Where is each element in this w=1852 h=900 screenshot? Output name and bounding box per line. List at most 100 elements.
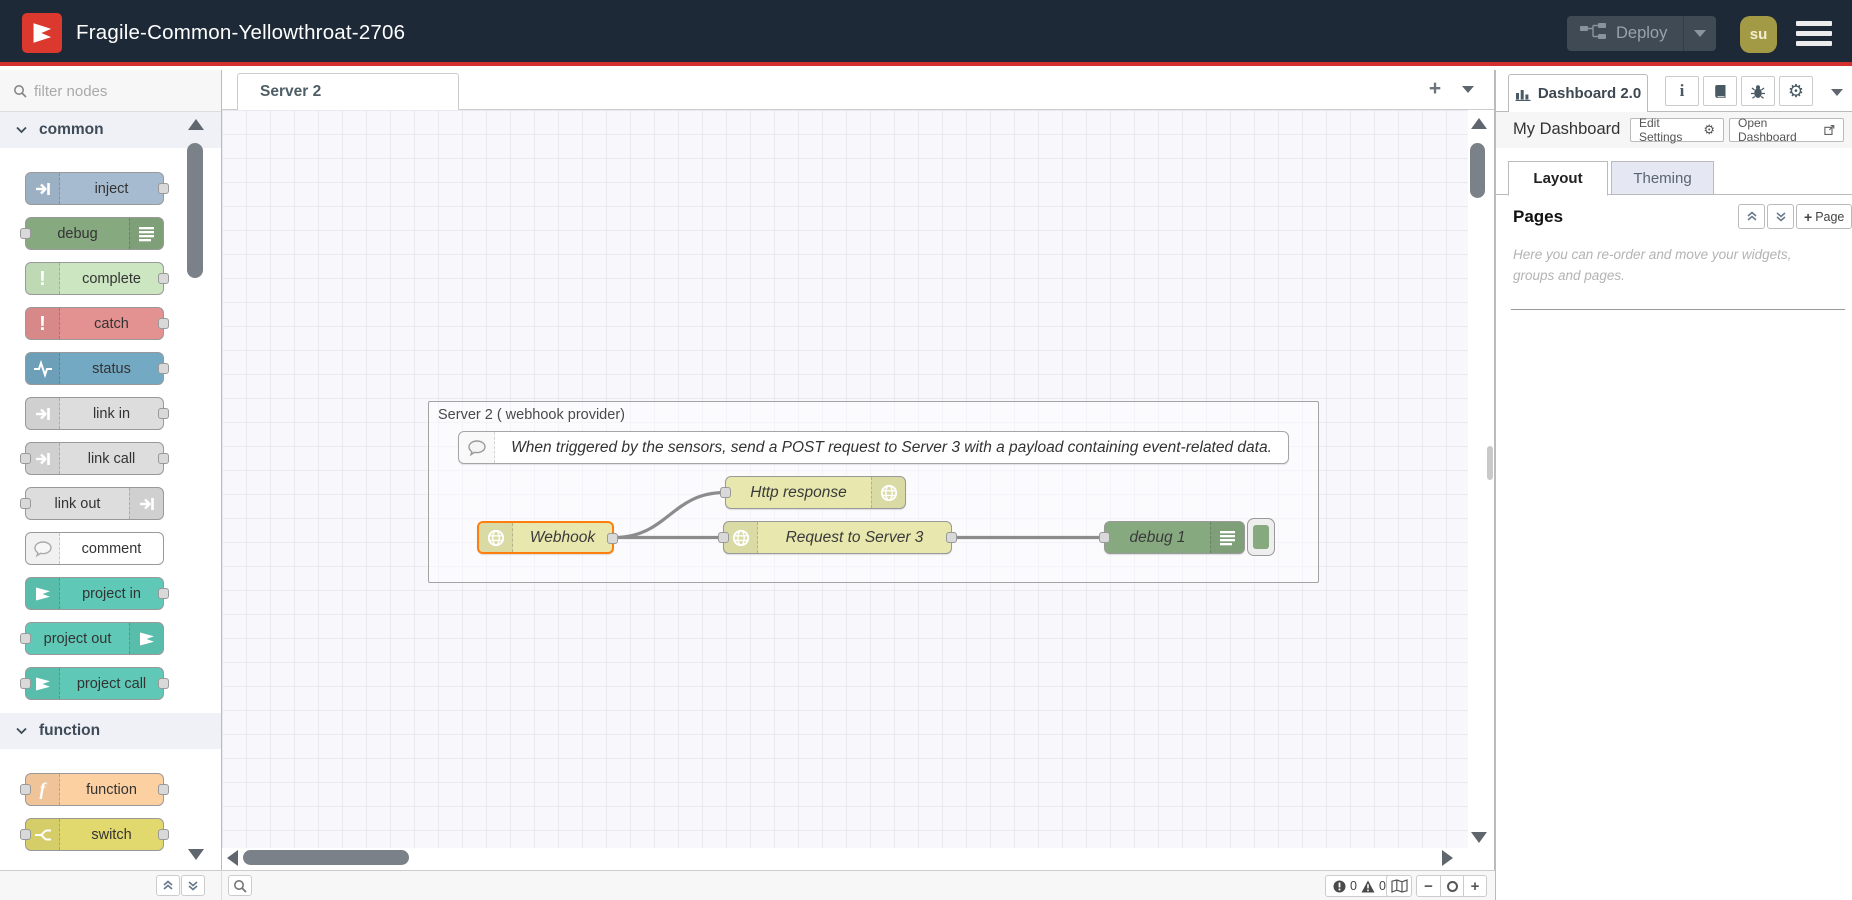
zoom-out-button[interactable]: − [1417,876,1440,896]
plus-icon: + [1804,209,1812,225]
palette-node-complete[interactable]: !complete [25,262,164,295]
sidebar-splitter-handle[interactable] [1487,446,1493,480]
flow-node-webhook[interactable]: Webhook [477,521,614,554]
output-port[interactable] [158,318,169,329]
nr-icon [26,668,60,699]
sidebar-tab-info[interactable]: i [1665,76,1699,106]
flow-list-button[interactable] [1462,86,1474,93]
deploy-options-button[interactable] [1683,16,1716,51]
debug-enable-toggle[interactable] [1247,518,1275,556]
deploy-button[interactable]: Deploy [1567,16,1716,51]
pages-heading: Pages [1513,207,1563,227]
canvas-horizontal-scrollbar-thumb[interactable] [243,850,409,865]
canvas-scroll-left-arrow[interactable] [227,850,238,866]
palette-node-catch[interactable]: !catch [25,307,164,340]
input-port[interactable] [20,633,31,644]
palette-node-project-out[interactable]: project out [25,622,164,655]
input-port[interactable] [20,829,31,840]
input-port[interactable] [20,784,31,795]
exclaim-icon: ! [26,263,60,294]
palette-node-link-call[interactable]: link call [25,442,164,475]
palette-node-inject[interactable]: inject [25,172,164,205]
input-port[interactable] [720,487,731,498]
canvas-vertical-scrollbar-thumb[interactable] [1470,143,1485,198]
sidebar-tab-help[interactable] [1703,76,1737,106]
node-label: project in [60,578,163,609]
move-page-down-button[interactable] [1767,204,1794,229]
wire-webhook-to-http-response[interactable] [614,493,725,538]
output-port[interactable] [607,533,618,544]
flow-node-http-response[interactable]: Http response [725,476,906,509]
add-flow-button[interactable]: + [1422,76,1448,102]
input-port[interactable] [20,678,31,689]
palette-category-header-common[interactable]: common [0,112,221,148]
canvas-scroll-right-arrow[interactable] [1442,850,1453,866]
category-label: common [39,121,104,139]
collapse-categories-button[interactable] [156,875,180,896]
input-port[interactable] [20,228,31,239]
input-port[interactable] [1099,532,1110,543]
add-page-button[interactable]: + Page [1796,204,1852,229]
sidebar-tabs-menu-button[interactable] [1831,89,1843,96]
node-label: project call [60,668,163,699]
palette-node-status[interactable]: status [25,352,164,385]
navigator-toggle-button[interactable] [1386,875,1412,897]
flow-node-debug-1[interactable]: debug 1 [1104,521,1245,554]
palette-scrollbar-thumb[interactable] [187,143,203,278]
output-port[interactable] [158,408,169,419]
palette-node-comment[interactable]: comment [25,532,164,565]
palette-category-header-function[interactable]: function [0,713,221,749]
canvas-scroll-down-arrow[interactable] [1471,832,1487,843]
flow-node-comment[interactable]: When triggered by the sensors, send a PO… [458,431,1289,464]
zoom-reset-button[interactable] [1440,876,1463,896]
zoom-search-button[interactable] [228,875,252,896]
flow-node-request-to-server-3[interactable]: Request to Server 3 [723,521,952,554]
flow-tab-server-2[interactable]: Server 2 [237,73,459,110]
node-label: status [60,353,163,384]
external-link-icon [1824,124,1835,136]
move-page-up-button[interactable] [1738,204,1765,229]
canvas-scroll-up-arrow[interactable] [1471,118,1487,129]
node-label: Http response [726,477,871,508]
output-port[interactable] [946,532,957,543]
dashboard-header: My Dashboard Edit Settings ⚙ Open Dashbo… [1496,112,1852,148]
expand-categories-button[interactable] [181,875,205,896]
sidebar-tab-dashboard[interactable]: Dashboard 2.0 [1508,74,1648,112]
warning-icon [1361,880,1375,893]
output-port[interactable] [158,829,169,840]
sidebar-tab-bar: Dashboard 2.0 i ⚙ [1496,70,1852,112]
palette-node-project-call[interactable]: project call [25,667,164,700]
output-port[interactable] [158,588,169,599]
sidebar-tab-config[interactable]: ⚙ [1779,76,1813,106]
output-port[interactable] [158,363,169,374]
palette-node-debug[interactable]: debug [25,217,164,250]
user-avatar[interactable]: su [1740,16,1777,53]
notifications-toggle[interactable]: 0 0 [1325,875,1394,897]
palette-search-input[interactable] [32,76,182,106]
output-port[interactable] [158,453,169,464]
output-port[interactable] [158,273,169,284]
tab-layout[interactable]: Layout [1508,161,1608,196]
zoom-in-button[interactable]: + [1463,876,1486,896]
palette-node-switch[interactable]: switch [25,818,164,851]
palette-scroll-up-arrow[interactable] [188,119,204,130]
output-port[interactable] [158,784,169,795]
map-icon [1391,879,1408,893]
edit-settings-button[interactable]: Edit Settings ⚙ [1630,118,1724,142]
tab-theming[interactable]: Theming [1611,161,1714,195]
input-port[interactable] [20,498,31,509]
open-dashboard-button[interactable]: Open Dashboard [1729,118,1844,142]
output-port[interactable] [158,183,169,194]
input-port[interactable] [718,532,729,543]
flow-canvas[interactable]: Server 2 ( webhook provider) When trigge… [222,110,1468,848]
palette-node-link-out[interactable]: link out [25,487,164,520]
sidebar-tab-debug[interactable] [1741,76,1775,106]
input-port[interactable] [20,453,31,464]
main-menu-button[interactable] [1796,21,1832,51]
nr-icon [26,578,60,609]
palette-scroll-down-arrow[interactable] [188,849,204,860]
palette-node-project-in[interactable]: project in [25,577,164,610]
palette-node-link-in[interactable]: link in [25,397,164,430]
palette-node-function[interactable]: ffunction [25,773,164,806]
output-port[interactable] [158,678,169,689]
